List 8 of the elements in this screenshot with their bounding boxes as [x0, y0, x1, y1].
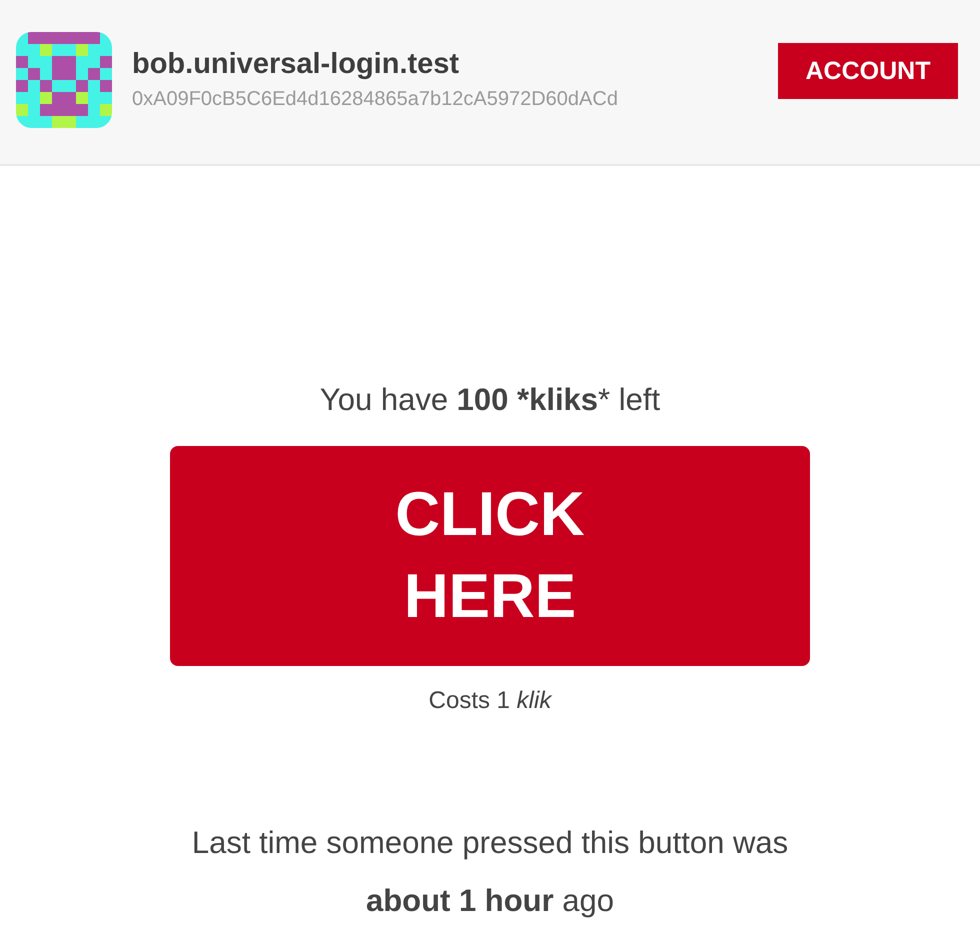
wallet-address: 0xA09F0cB5C6Ed4d16284865a7b12cA5972D60dACd [132, 87, 619, 112]
avatar-icon [16, 32, 112, 128]
cost-text: Costs 1 klik [428, 686, 552, 716]
balance-text: You have 100 *kliks* left [320, 381, 660, 419]
last-pressed-text: Last time someone pressed this button was about 1 hour ago [190, 824, 790, 920]
user-name: bob.universal-login.test [132, 47, 460, 82]
click-here-button[interactable]: CLICK HERE [170, 446, 810, 666]
account-button[interactable]: ACCOUNT [778, 43, 958, 99]
